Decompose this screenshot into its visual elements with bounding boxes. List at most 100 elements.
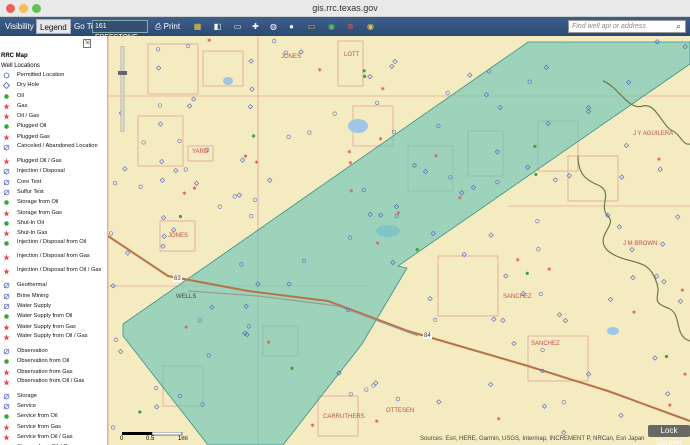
gas-well-marker[interactable]: ✱ <box>434 154 438 160</box>
well-marker[interactable] <box>141 140 146 145</box>
gas-well-marker[interactable]: ✱ <box>497 417 501 423</box>
dry-hole-marker[interactable] <box>677 298 684 304</box>
dry-hole-marker[interactable] <box>503 273 509 279</box>
well-marker[interactable] <box>332 111 337 116</box>
dry-hole-marker[interactable] <box>436 399 442 405</box>
gas-well-marker[interactable]: ✱ <box>632 310 636 316</box>
draw-icon[interactable]: ◉ <box>326 21 337 32</box>
well-marker[interactable] <box>535 219 540 224</box>
well-marker[interactable] <box>157 103 162 108</box>
well-marker[interactable] <box>111 425 116 430</box>
well-marker[interactable] <box>348 392 353 397</box>
dry-hole-marker[interactable] <box>125 250 131 256</box>
oil-well-marker[interactable] <box>533 144 537 148</box>
dry-hole-marker[interactable] <box>561 429 567 436</box>
dry-hole-marker[interactable] <box>193 180 200 186</box>
measure-icon[interactable]: ◧ <box>212 21 223 32</box>
dry-hole-marker[interactable] <box>629 246 635 253</box>
zoom-slider[interactable] <box>118 46 127 132</box>
print-button[interactable]: ⎙ Print <box>152 19 183 34</box>
oil-well-marker[interactable] <box>362 69 366 73</box>
dry-hole-marker[interactable] <box>117 348 124 355</box>
well-marker[interactable] <box>249 213 254 219</box>
dry-hole-marker[interactable] <box>173 167 179 174</box>
gas-well-marker[interactable]: ✱ <box>207 38 211 44</box>
dry-hole-marker[interactable] <box>392 58 398 65</box>
dry-hole-marker[interactable] <box>657 166 663 172</box>
dry-hole-marker[interactable] <box>427 296 433 302</box>
well-marker[interactable] <box>374 100 380 105</box>
dry-hole-marker[interactable] <box>500 317 506 323</box>
dry-hole-marker[interactable] <box>665 391 671 397</box>
dry-hole-marker[interactable] <box>248 58 254 64</box>
well-marker[interactable] <box>391 129 397 134</box>
visibility-button[interactable]: Visibility <box>2 19 37 34</box>
search-icon[interactable]: ⌕ <box>673 21 684 32</box>
dry-hole-marker[interactable] <box>511 340 517 347</box>
dry-hole-marker[interactable] <box>541 403 548 409</box>
gas-well-marker[interactable]: ✱ <box>310 423 314 429</box>
dry-hole-marker[interactable] <box>552 177 559 183</box>
gas-well-marker[interactable]: ✱ <box>376 241 380 247</box>
bookmark-icon[interactable]: ▭ <box>306 21 317 32</box>
dry-hole-marker[interactable] <box>607 296 614 303</box>
dry-hole-marker[interactable] <box>171 227 177 233</box>
dry-hole-marker[interactable] <box>586 371 592 377</box>
dry-hole-marker[interactable] <box>373 380 379 386</box>
gas-well-marker[interactable]: ✱ <box>547 267 551 273</box>
oil-well-marker[interactable] <box>290 366 294 370</box>
gas-well-marker[interactable]: ✱ <box>668 403 672 409</box>
map-canvas[interactable]: ✱✱✱✱✱✱✱✱✱✱✱✱✱✱✱✱✱✱✱✱✱✱✱✱✱✱✱ <box>108 36 690 445</box>
dry-hole-marker[interactable] <box>249 86 255 92</box>
dry-hole-marker[interactable] <box>618 412 624 419</box>
well-marker[interactable] <box>112 181 118 186</box>
well-marker[interactable] <box>433 317 438 322</box>
dry-hole-marker[interactable] <box>660 241 666 247</box>
dry-hole-marker[interactable] <box>562 317 568 324</box>
dry-hole-marker[interactable] <box>186 103 193 109</box>
gas-well-marker[interactable]: ✱ <box>318 67 322 73</box>
legend-button[interactable]: Legend <box>36 19 71 34</box>
dry-hole-marker[interactable] <box>675 214 681 220</box>
gas-well-marker[interactable]: ✱ <box>192 186 196 192</box>
dry-hole-marker[interactable] <box>616 224 622 230</box>
dry-hole-marker[interactable] <box>122 166 128 172</box>
well-marker[interactable] <box>445 90 450 96</box>
well-marker[interactable] <box>185 43 190 49</box>
well-marker[interactable] <box>538 291 543 297</box>
zoom-area-icon[interactable]: ◍ <box>268 21 279 32</box>
well-marker[interactable] <box>272 38 277 44</box>
well-marker[interactable] <box>561 400 566 405</box>
dry-hole-marker[interactable] <box>161 233 167 240</box>
identify-icon[interactable]: ✚ <box>250 21 261 32</box>
gas-well-marker[interactable]: ✱ <box>378 136 382 142</box>
oil-well-marker[interactable] <box>664 354 669 359</box>
dry-hole-marker[interactable] <box>556 312 563 318</box>
dry-hole-marker[interactable] <box>157 121 164 127</box>
oil-well-marker[interactable] <box>252 134 256 138</box>
highlight-area[interactable] <box>122 41 690 445</box>
oil-well-marker[interactable] <box>363 74 367 78</box>
dry-hole-marker[interactable] <box>488 232 494 238</box>
gas-well-marker[interactable]: ✱ <box>184 325 188 331</box>
dry-hole-marker[interactable] <box>236 192 242 198</box>
gas-well-marker[interactable]: ✱ <box>266 340 270 346</box>
well-marker[interactable] <box>108 231 114 236</box>
collapse-panel-icon[interactable]: ⇲ <box>83 39 91 48</box>
oil-well-marker[interactable] <box>525 271 529 275</box>
well-marker[interactable] <box>155 47 161 52</box>
pan-icon[interactable]: ● <box>286 21 297 32</box>
gas-well-marker[interactable]: ✱ <box>348 160 352 166</box>
dry-hole-marker[interactable] <box>159 158 165 165</box>
search-input[interactable]: Find well api or address <box>568 20 686 33</box>
dry-hole-marker[interactable] <box>491 316 497 322</box>
dry-hole-marker[interactable] <box>159 177 166 183</box>
gas-well-marker[interactable]: ✱ <box>381 86 385 92</box>
gas-well-marker[interactable]: ✱ <box>657 157 661 163</box>
well-marker[interactable] <box>364 387 369 392</box>
map-view[interactable]: ✱ ✱ ✱ ✱ ✱ ✱ ✱ ✱ ✱ ✱ ✱ ✱ ✱ ✱ ✱ ✱ ✱ ✱ ✱ ✱ ✱ ✱ ✱ ✱ ✱ ✱ ✱ JONES LOTT Y… <box>108 36 690 445</box>
gas-well-marker[interactable]: ✱ <box>516 258 520 264</box>
dry-hole-marker[interactable] <box>161 215 167 221</box>
dry-hole-marker[interactable] <box>467 72 473 78</box>
well-marker[interactable] <box>286 134 291 139</box>
